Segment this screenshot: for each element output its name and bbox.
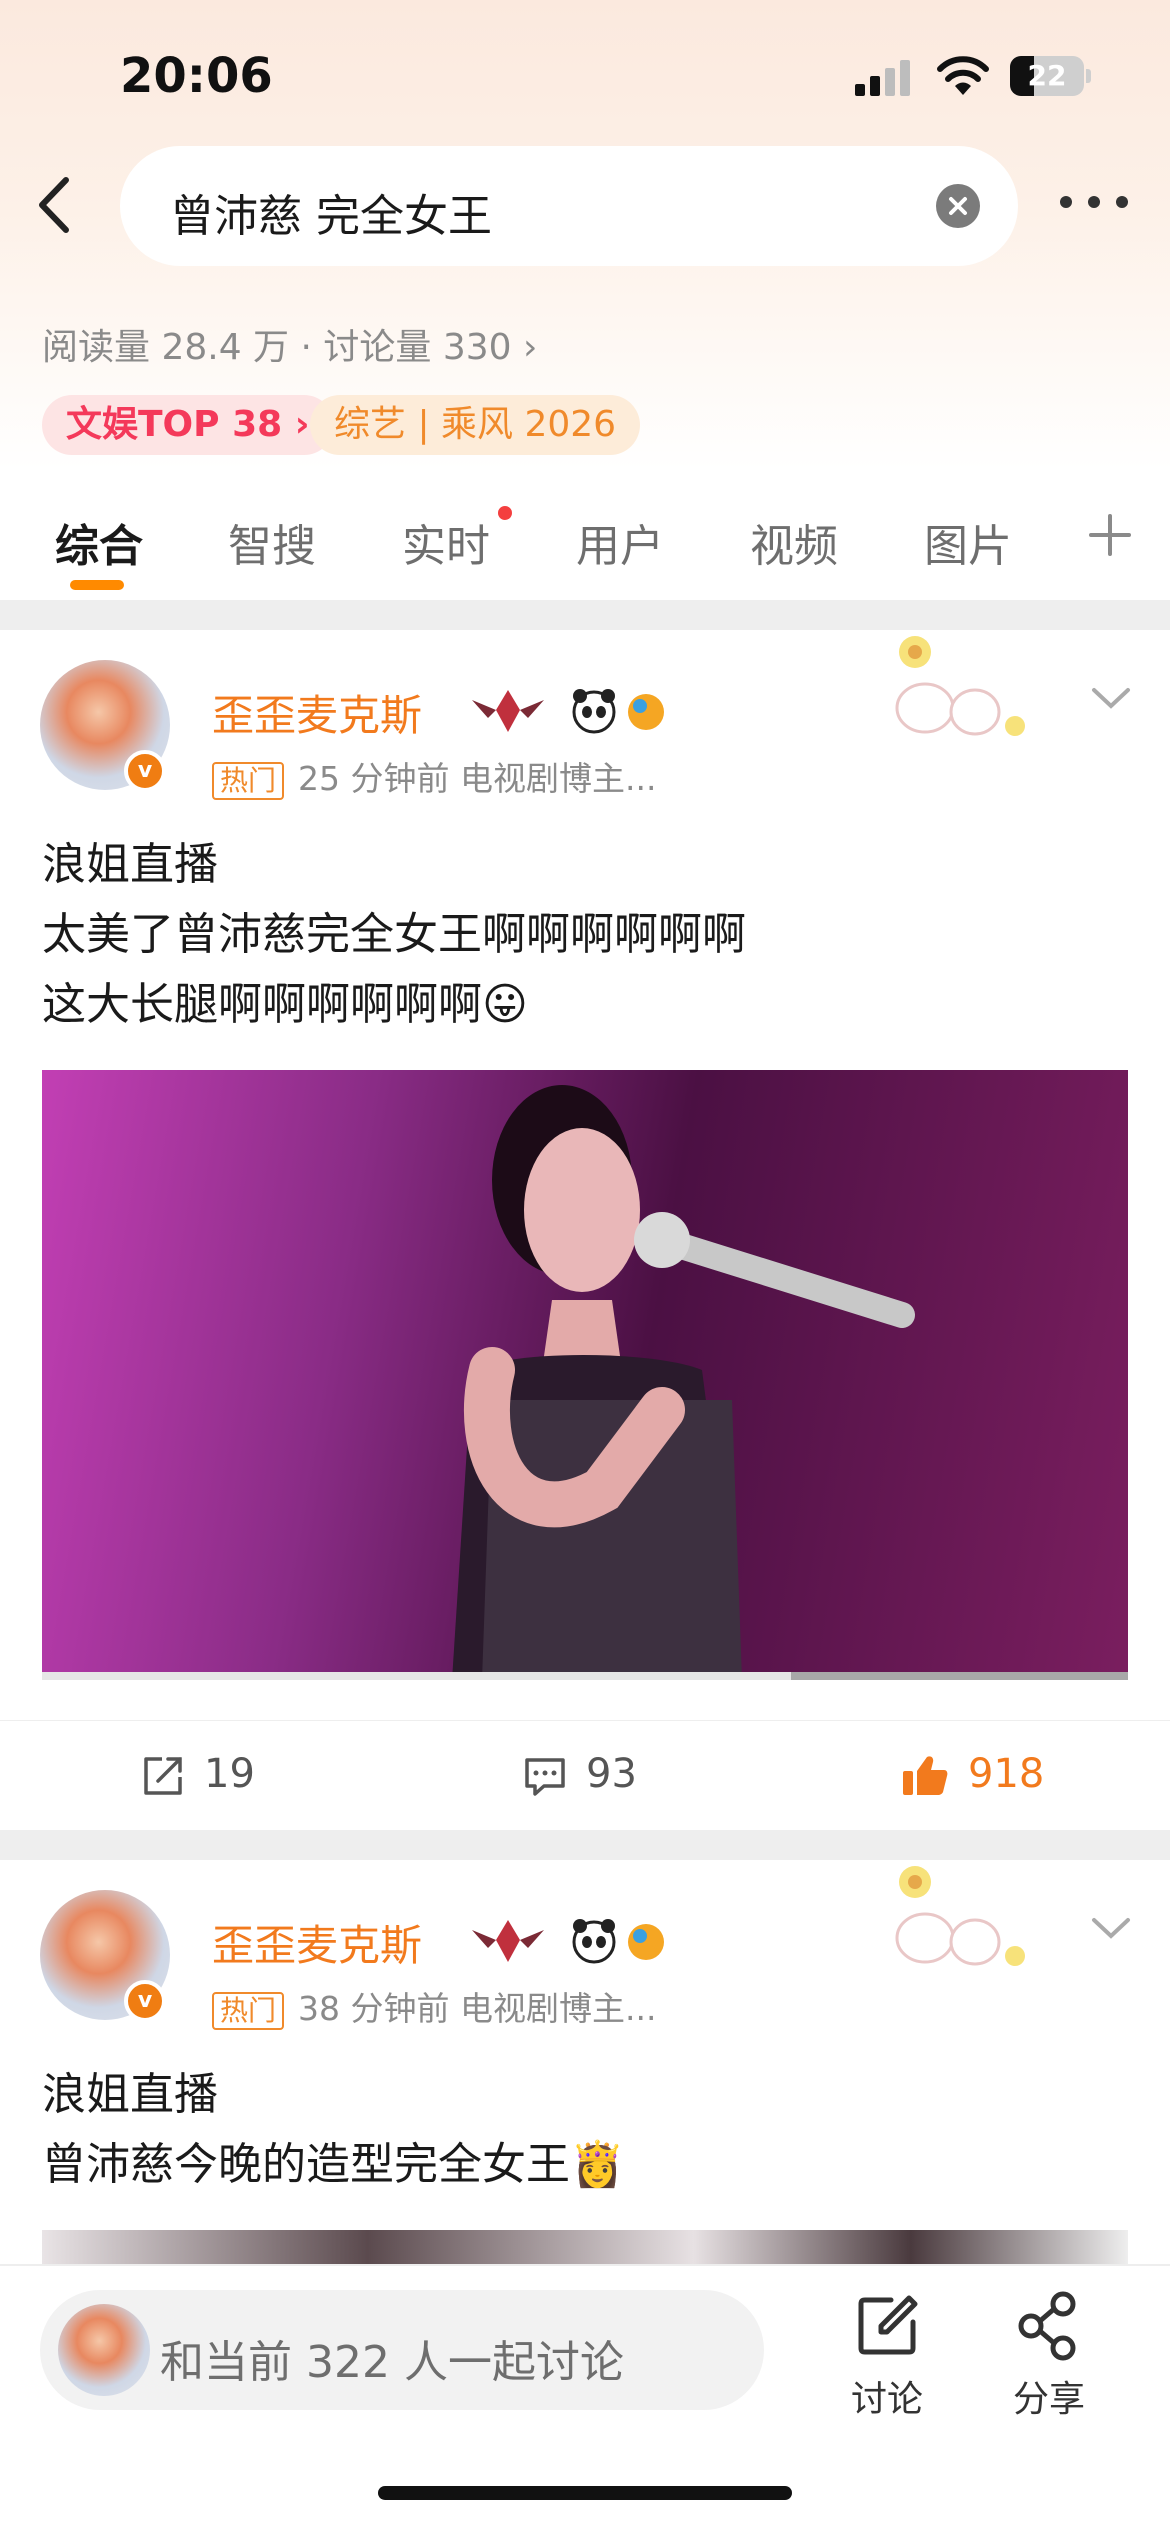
singer-figure (452, 1085, 915, 1680)
comment-button[interactable]: 93 (522, 1751, 637, 1799)
compose-icon (858, 2295, 918, 2355)
like-count: 918 (968, 1751, 1045, 1797)
post-action-bar: 19 93 918 (0, 1720, 1170, 1830)
decorative-bunny-sticker-icon (895, 636, 1025, 736)
comment-count: 93 (586, 1751, 637, 1797)
post-text: 浪姐直播 太美了曾沛慈完全女王啊啊啊啊啊啊 这大长腿啊啊啊啊啊啊 (42, 839, 746, 1030)
rank-tag[interactable]: 文娱TOP 38 › (42, 395, 334, 455)
tab-users[interactable]: 用户 (576, 510, 664, 574)
topic-stats[interactable]: 阅读量 28.4 万 · 讨论量 330 › (42, 318, 537, 370)
post-emoji: 😛 (482, 979, 528, 1030)
post-body: 浪姐直播 太美了曾沛慈完全女王啊啊啊啊啊啊 这大长腿啊啊啊啊啊啊😛 (42, 830, 746, 1040)
post-body: 浪姐直播 曾沛慈今晚的造型完全女王👸 (42, 2060, 625, 2200)
topic-tag[interactable]: 综艺 | 乘风 2026 (310, 395, 641, 455)
verified-badge-icon: v (124, 750, 166, 792)
decorative-bunny-sticker-icon (895, 1866, 1025, 1966)
hot-label: 热门 (212, 1991, 285, 2030)
rank-badge-icon (472, 690, 544, 732)
search-query[interactable]: 曾沛慈 完全女王 (170, 180, 492, 244)
search-tabs: 综合 智搜 实时 用户 视频 图片 (0, 490, 1170, 600)
thumbs-up-icon (903, 1756, 948, 1795)
share-icon (1018, 2291, 1076, 2361)
repost-icon (144, 1757, 182, 1795)
battery-level: 22 (1027, 59, 1067, 92)
tab-comprehensive[interactable]: 综合 (55, 510, 143, 574)
section-divider (0, 1830, 1170, 1860)
post-video[interactable] (42, 1070, 1128, 1680)
home-indicator[interactable] (378, 2486, 792, 2500)
share-button[interactable]: 分享 (994, 2290, 1104, 2422)
tab-realtime[interactable]: 实时 (402, 510, 490, 574)
discuss-input[interactable]: 和当前 322 人一起讨论 (40, 2290, 764, 2410)
post-text: 浪姐直播 曾沛慈今晚的造型完全女王 (42, 2069, 570, 2190)
add-tab-plus-icon[interactable] (1085, 510, 1135, 560)
more-options-button[interactable] (1060, 196, 1130, 216)
post-card: v 歪歪麦克斯 热门 38 分钟前 电视剧博主... 浪姐直播 曾沛慈今晚的造型完… (0, 1860, 1170, 2290)
tab-smart-search[interactable]: 智搜 (228, 510, 316, 574)
repost-count: 19 (204, 1751, 255, 1797)
tab-videos[interactable]: 视频 (750, 510, 838, 574)
post-emoji: 👸 (570, 2139, 625, 2190)
post-time-category: 38 分钟前 电视剧博主... (298, 1989, 657, 2028)
chevron-down-icon[interactable] (1088, 682, 1134, 712)
back-chevron-icon[interactable] (30, 170, 80, 240)
hot-label: 热门 (212, 761, 285, 800)
discuss-button[interactable]: 讨论 (832, 2290, 942, 2422)
rank-badge-icon (472, 1920, 544, 1962)
active-tab-indicator (70, 580, 124, 590)
comment-icon (525, 1758, 565, 1796)
panda-and-fish-icon (572, 1919, 664, 1964)
post-username[interactable]: 歪歪麦克斯 (212, 682, 422, 743)
wifi-icon (937, 56, 989, 95)
clear-search-button[interactable] (936, 184, 980, 228)
like-button[interactable]: 918 (900, 1751, 1044, 1799)
discuss-placeholder[interactable]: 和当前 322 人一起讨论 (160, 2326, 624, 2390)
verified-badge-icon: v (124, 1980, 166, 2022)
tab-images[interactable]: 图片 (924, 510, 1012, 574)
video-progress-fill (42, 1672, 792, 1680)
avatar (58, 2304, 150, 2396)
battery-icon: 22 (1010, 56, 1091, 96)
status-time: 20:06 (120, 48, 273, 104)
close-icon (949, 197, 967, 215)
realtime-new-dot (498, 506, 512, 520)
panda-and-fish-icon (572, 689, 664, 734)
discuss-label: 讨论 (850, 2379, 923, 2420)
post-meta: 热门 38 分钟前 电视剧博主... (212, 1982, 656, 2030)
post-card: v 歪歪麦克斯 热门 25 分钟前 电视剧博主... 浪姐直播 太美了曾沛慈完全女… (0, 630, 1170, 1830)
post-meta: 热门 25 分钟前 电视剧博主... (212, 752, 656, 800)
repost-button[interactable]: 19 (140, 1751, 255, 1799)
post-username[interactable]: 歪歪麦克斯 (212, 1912, 422, 1973)
cellular-signal-icon (855, 60, 910, 96)
share-label: 分享 (1012, 2379, 1085, 2420)
section-divider (0, 600, 1170, 630)
status-bar: 20:06 22 (0, 0, 1170, 150)
post-time-category: 25 分钟前 电视剧博主... (298, 759, 657, 798)
chevron-down-icon[interactable] (1088, 1912, 1134, 1942)
search-input[interactable]: 曾沛慈 完全女王 (120, 146, 1018, 266)
